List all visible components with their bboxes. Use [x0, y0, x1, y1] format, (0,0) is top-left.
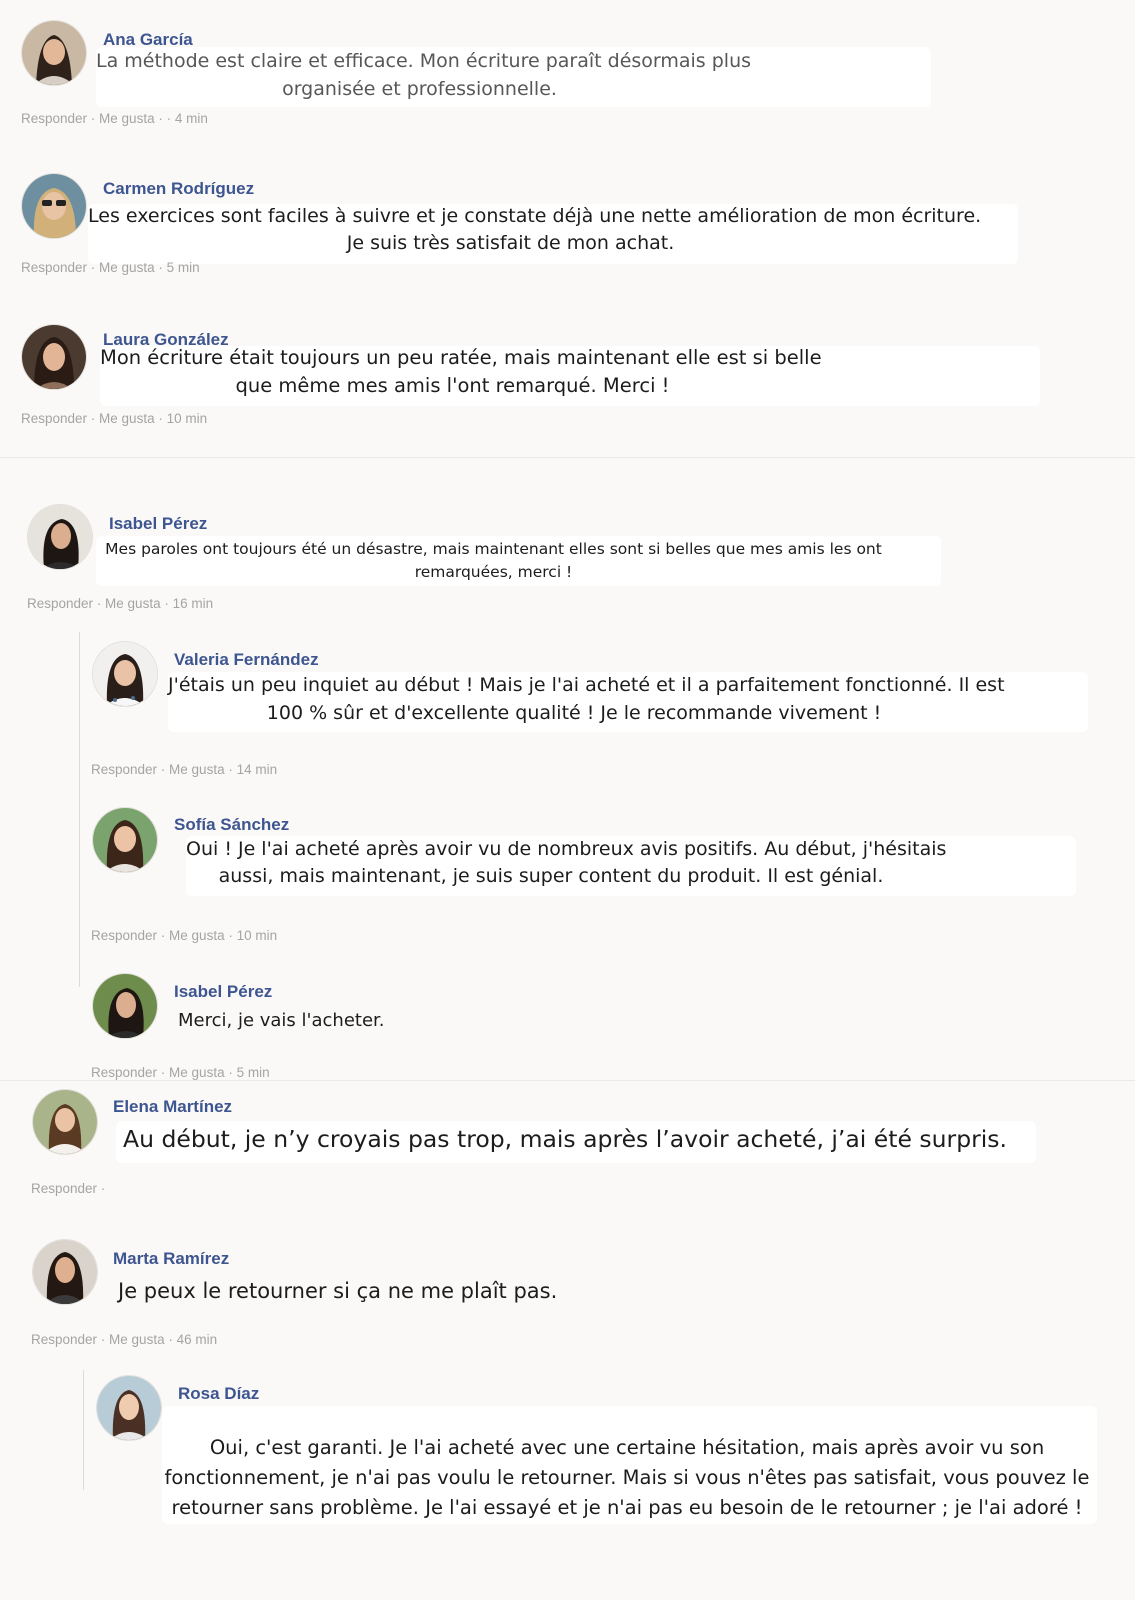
- comment-time: 10 min: [236, 928, 278, 943]
- like-link[interactable]: Me gusta: [99, 260, 155, 275]
- avatar[interactable]: [33, 1090, 97, 1154]
- like-link[interactable]: Me gusta: [169, 762, 225, 777]
- comment-bubble: J'étais un peu inquiet au début ! Mais j…: [168, 672, 1088, 732]
- comment-author[interactable]: Carmen Rodríguez: [103, 179, 254, 199]
- comment-text: Au début, je n’y croyais pas trop, mais …: [123, 1125, 1008, 1153]
- comment-time: 46 min: [176, 1332, 218, 1347]
- avatar[interactable]: [28, 505, 92, 569]
- comment-time: 16 min: [172, 596, 214, 611]
- comment-bubble: Au début, je n’y croyais pas trop, mais …: [116, 1121, 1036, 1163]
- like-link[interactable]: Me gusta: [99, 111, 155, 126]
- section-divider: [0, 457, 1135, 458]
- reply-link[interactable]: Responder: [91, 928, 157, 943]
- comment-time: · 4 min: [166, 111, 208, 126]
- reply-link[interactable]: Responder: [21, 260, 87, 275]
- like-link[interactable]: Me gusta: [109, 1332, 165, 1347]
- comment-author[interactable]: Marta Ramírez: [113, 1249, 229, 1269]
- comment-bubble: Oui ! Je l'ai acheté après avoir vu de n…: [186, 836, 1076, 896]
- like-link[interactable]: Me gusta: [169, 1065, 225, 1080]
- comment-meta: Responder · Me gusta · 46 min: [31, 1332, 218, 1347]
- comment-text: J'étais un peu inquiet au début ! Mais j…: [168, 674, 1005, 696]
- comment-bubble: Mes paroles ont toujours été un désastre…: [96, 536, 941, 586]
- avatar[interactable]: [97, 1376, 161, 1440]
- reply-link[interactable]: Responder: [31, 1332, 97, 1347]
- comment-time: 5 min: [236, 1065, 270, 1080]
- comment-meta: Responder · Me gusta · 14 min: [91, 762, 278, 777]
- avatar[interactable]: [22, 21, 86, 85]
- comment-bubble: Mon écriture était toujours un peu ratée…: [100, 346, 1040, 406]
- comment-author[interactable]: Elena Martínez: [113, 1097, 232, 1117]
- comment-author[interactable]: Sofía Sánchez: [174, 815, 289, 835]
- comment-bubble: Oui, c'est garanti. Je l'ai acheté avec …: [162, 1406, 1097, 1524]
- like-link[interactable]: Me gusta: [169, 928, 225, 943]
- reply-link[interactable]: Responder: [21, 411, 87, 426]
- comment-author[interactable]: Isabel Pérez: [174, 982, 272, 1002]
- comment-text: Mon écriture était toujours un peu ratée…: [100, 346, 822, 369]
- comment-meta: Responder ·: [31, 1181, 106, 1196]
- reply-thread-line: [83, 1370, 84, 1490]
- comment-text: retourner sans problème. Je l'ai essayé …: [171, 1496, 1083, 1519]
- comment-text: Oui ! Je l'ai acheté après avoir vu de n…: [186, 838, 947, 860]
- comment-text: remarquées, merci !: [414, 563, 573, 581]
- comment-text: fonctionnement, je n'ai pas voulu le ret…: [164, 1466, 1090, 1489]
- comment-meta: Responder · Me gusta · 10 min: [91, 928, 278, 943]
- comment-text: Je suis très satisfait de mon achat.: [346, 232, 675, 254]
- comment-text: 100 % sûr et d'excellente qualité ! Je l…: [266, 702, 882, 724]
- comment-meta: Responder · Me gusta · · 4 min: [21, 111, 208, 126]
- like-link[interactable]: Me gusta: [99, 411, 155, 426]
- avatar[interactable]: [33, 1240, 97, 1304]
- avatar[interactable]: [93, 974, 157, 1038]
- avatar[interactable]: [93, 642, 157, 706]
- comment-text: Oui, c'est garanti. Je l'ai acheté avec …: [209, 1436, 1045, 1459]
- comment-text: La méthode est claire et efficace. Mon é…: [96, 50, 752, 72]
- comment-text: Les exercices sont faciles à suivre et j…: [88, 205, 982, 227]
- comment-text: Mes paroles ont toujours été un désastre…: [105, 540, 882, 558]
- comment-time: 5 min: [166, 260, 200, 275]
- comment-bubble: Les exercices sont faciles à suivre et j…: [88, 204, 1018, 264]
- comment-bubble: La méthode est claire et efficace. Mon é…: [96, 47, 931, 107]
- comment-meta: Responder · Me gusta · 10 min: [21, 411, 208, 426]
- reply-link[interactable]: Responder: [91, 762, 157, 777]
- comment-meta: Responder · Me gusta · 5 min: [21, 260, 200, 275]
- reply-link[interactable]: Responder: [91, 1065, 157, 1080]
- reply-link[interactable]: Responder: [31, 1181, 97, 1196]
- comment-time: 14 min: [236, 762, 278, 777]
- comment-author[interactable]: Rosa Díaz: [178, 1384, 259, 1404]
- comment-author[interactable]: Isabel Pérez: [109, 514, 207, 534]
- like-link[interactable]: Me gusta: [105, 596, 161, 611]
- comment-time: 10 min: [166, 411, 208, 426]
- comment-author[interactable]: Valeria Fernández: [174, 650, 319, 670]
- comment-text: que même mes amis l'ont remarqué. Merci …: [235, 374, 670, 397]
- comment-meta: Responder · Me gusta · 5 min: [91, 1065, 270, 1080]
- reply-link[interactable]: Responder: [21, 111, 87, 126]
- comment-text: organisée et professionnelle.: [282, 78, 557, 100]
- reply-thread-line: [79, 632, 80, 987]
- avatar[interactable]: [22, 174, 86, 238]
- avatar[interactable]: [22, 325, 86, 389]
- avatar[interactable]: [93, 808, 157, 872]
- comment-text: aussi, mais maintenant, je suis super co…: [218, 865, 884, 887]
- section-divider: [0, 1080, 1135, 1081]
- comment-text: Merci, je vais l'acheter.: [178, 1010, 385, 1031]
- comment-text: Je peux le retourner si ça ne me plaît p…: [118, 1279, 558, 1303]
- reply-link[interactable]: Responder: [27, 596, 93, 611]
- comment-meta: Responder · Me gusta · 16 min: [27, 596, 214, 611]
